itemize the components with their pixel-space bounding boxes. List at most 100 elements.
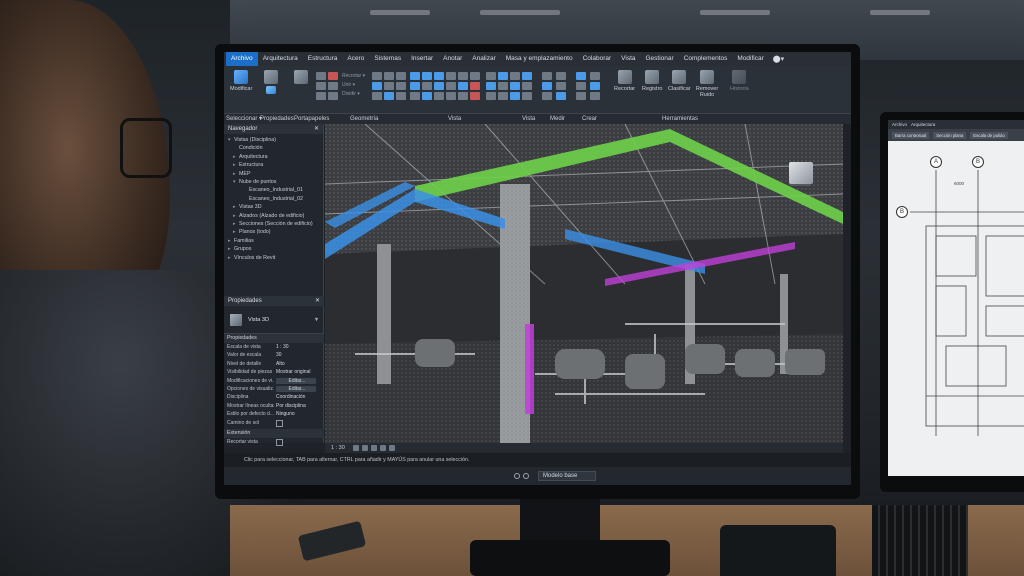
geometry-tools[interactable] <box>372 72 406 100</box>
property-key: Disciplina <box>227 394 249 401</box>
tree-item[interactable]: ▾ Nube de puntos <box>224 178 323 186</box>
tree-item[interactable]: ▸ Estructura <box>224 161 323 169</box>
close-icon[interactable]: ✕ <box>315 296 320 306</box>
create-tools[interactable] <box>576 72 602 100</box>
tree-item[interactable]: ▸ Vínculos de Revit <box>224 254 323 262</box>
property-key: Estilo por defecto d... <box>227 411 274 418</box>
detail-level-icon[interactable] <box>352 445 359 451</box>
menu-item-vista[interactable]: Vista <box>616 52 640 66</box>
sun-path-icon[interactable] <box>370 445 377 451</box>
tree-item[interactable]: ▸ Familias <box>224 237 323 245</box>
panel-label-seleccionar[interactable]: Seleccionar ▾ <box>226 114 262 124</box>
tree-item-label: Escaneo_Industrial_01 <box>249 187 303 194</box>
recortar-button[interactable]: Recortar <box>614 70 635 92</box>
tab[interactable]: Barra contextual <box>892 131 930 139</box>
menu-item[interactable]: Arquitectura <box>911 122 935 127</box>
tree-item-label: Condición <box>239 145 263 152</box>
tree-item[interactable]: ▸ Secciones (Sección de edificio) <box>224 220 323 228</box>
menu-item-analizar[interactable]: Analizar <box>467 52 500 66</box>
tab[interactable]: Sección plana <box>933 131 967 139</box>
tree-item[interactable]: ▸ Planos (todo) <box>224 228 323 236</box>
menu-item-arquitectura[interactable]: Arquitectura <box>258 52 303 66</box>
close-icon[interactable]: ✕ <box>314 124 319 134</box>
measure-tools[interactable] <box>542 72 568 100</box>
menu-item-archivo[interactable]: Archivo <box>226 52 258 66</box>
tree-item-label: Vistas 3D <box>239 204 262 211</box>
checkbox[interactable] <box>274 419 324 427</box>
property-key: Escala de vista <box>227 344 261 350</box>
paste-icon <box>294 70 308 84</box>
registro-button[interactable]: Registro <box>642 70 662 92</box>
view-tools[interactable] <box>410 72 480 100</box>
menu-item-complementos[interactable]: Complementos <box>679 52 733 66</box>
tree-item[interactable]: Escaneo_Industrial_02 <box>224 195 323 203</box>
tree-item-label: Alzados (Alzado de edificio) <box>239 212 305 219</box>
type-selector[interactable]: Vista 3D ▾ <box>224 306 324 334</box>
menu-item-sistemas[interactable]: Sistemas <box>369 52 406 66</box>
historia-button[interactable]: Historia <box>730 70 749 92</box>
extensions-icon[interactable]: ⬤▾ <box>769 55 788 63</box>
panel-label-vista: Vista <box>448 116 462 122</box>
cursor-icon <box>234 70 249 84</box>
active-model-dropdown[interactable]: Modelo base <box>538 471 597 481</box>
tree-item-label: Estructura <box>239 162 264 169</box>
menu-item-estructura[interactable]: Estructura <box>303 52 343 66</box>
menu-item-modificar[interactable]: Modificar <box>732 52 768 66</box>
checkbox[interactable] <box>274 438 324 446</box>
remover-ruido-button[interactable]: Remover Ruido <box>694 70 720 98</box>
crop-view-icon[interactable] <box>388 445 395 451</box>
tree-item[interactable]: ▸ Vistas 3D <box>224 203 323 211</box>
tree-item[interactable]: ▸ Arquitectura <box>224 153 323 161</box>
classify-icon <box>672 70 687 84</box>
3d-viewport[interactable] <box>325 124 843 443</box>
navigator-header: Navegador ✕ <box>224 124 323 134</box>
properties-button[interactable] <box>264 70 278 96</box>
photo-scene: Archivo Arquitectura Estructura Acero Sistem… <box>0 0 1024 576</box>
edit-button[interactable]: Editar... <box>276 385 316 393</box>
tree-item-label: Nube de puntos <box>239 179 277 186</box>
history-icon <box>732 70 747 84</box>
tree-item-label: Planos (todo) <box>239 229 271 236</box>
modificar-button[interactable]: Modificar <box>230 70 252 92</box>
clasificar-button[interactable]: Clasificar <box>668 70 691 92</box>
tree-item[interactable]: ▾ Vistas (Disciplina) <box>224 136 323 144</box>
view2-tools[interactable] <box>486 72 532 100</box>
view-control-bar: 1 : 30 <box>325 443 843 453</box>
tree-item-label: Arquitectura <box>239 153 268 160</box>
menu-item-insertar[interactable]: Insertar <box>406 52 438 66</box>
visual-style-icon[interactable] <box>361 445 368 451</box>
panel-label-medir: Medir <box>550 116 566 122</box>
view-scale[interactable]: 1 : 30 <box>331 445 345 451</box>
tree-item[interactable]: ▸ Grupos <box>224 245 323 253</box>
tree-item-label: Familias <box>234 237 254 244</box>
monitor-stand-base <box>470 540 670 576</box>
geometry-dropdowns[interactable]: Recortar ▾ Unir ▾ Dividir ▾ <box>342 72 365 99</box>
menu-item-masa-y-emplazamiento[interactable]: Masa y emplazamiento <box>501 52 578 66</box>
panel-label-portapapeles: Portapapeles <box>294 116 330 122</box>
design-options-icon[interactable] <box>523 473 529 479</box>
workset-icon[interactable] <box>514 473 520 479</box>
menu-item-colaborar[interactable]: Colaborar <box>578 52 617 66</box>
viewcube[interactable] <box>789 162 813 184</box>
property-row: Modificaciones de vi... Editar... <box>224 377 324 385</box>
clipboard-tools[interactable] <box>316 72 338 100</box>
ribbon-panel-labels: Seleccionar ▾ Propiedades Portapapeles G… <box>224 114 851 124</box>
menu-item-gestionar[interactable]: Gestionar <box>641 52 679 66</box>
paste-button[interactable] <box>294 70 308 86</box>
shadows-icon[interactable] <box>379 445 386 451</box>
menu-item[interactable]: Archivo <box>892 122 907 127</box>
edit-button[interactable]: Editar... <box>276 377 316 384</box>
property-row: Escala de vista 1 : 30 <box>224 343 324 351</box>
tree-item[interactable]: ▸ Alzados (Alzado de edificio) <box>224 212 323 220</box>
tree-item[interactable]: Condición <box>224 144 323 152</box>
property-key: Camino de sol <box>227 419 259 426</box>
chevron-down-icon: ▾ <box>314 317 318 323</box>
status-bar: Modelo base <box>224 467 851 485</box>
menu-item-anotar[interactable]: Anotar <box>438 52 467 66</box>
tree-item[interactable]: ▸ MEP <box>224 170 323 178</box>
tree-item[interactable]: Escaneo_Industrial_01 <box>224 186 323 194</box>
menu-item-acero[interactable]: Acero <box>342 52 369 66</box>
tab[interactable]: Escala de pulido <box>970 131 1008 139</box>
noise-icon <box>700 70 714 84</box>
project-browser-tree: ▾ Vistas (Disciplina) Condición ▸ Arquitectu… <box>224 134 323 264</box>
